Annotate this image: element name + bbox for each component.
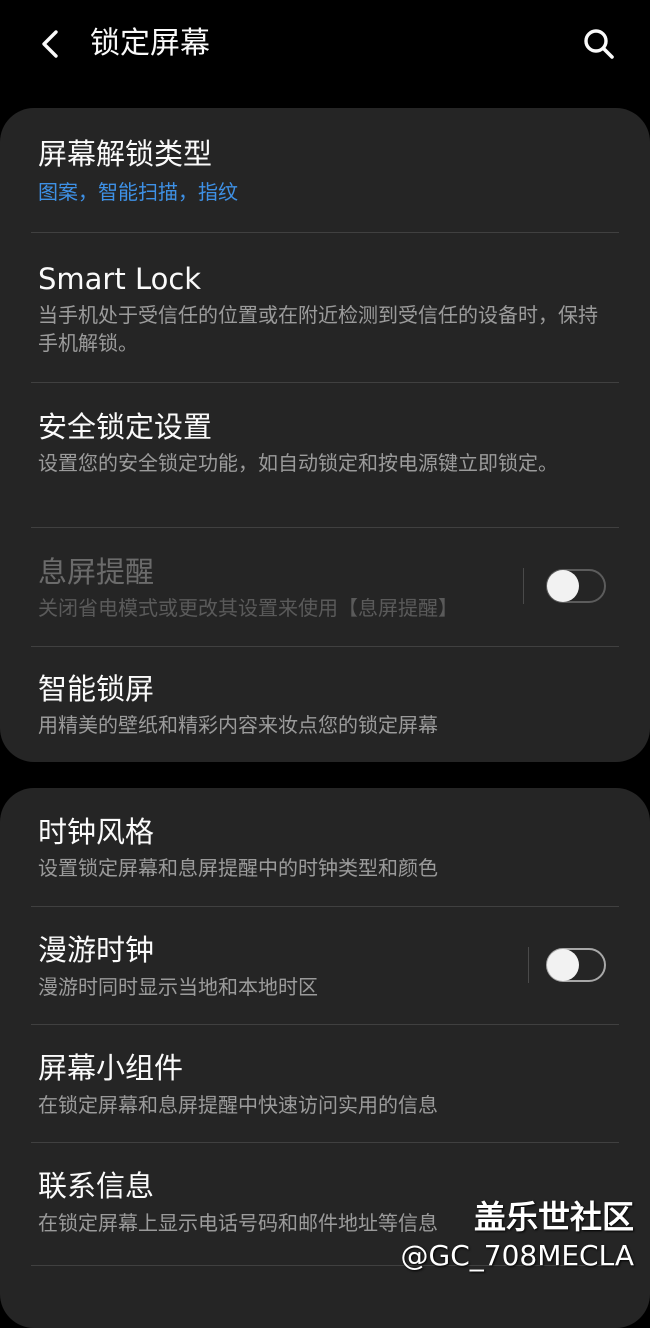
always-on-display-item: 息屏提醒 关闭省电模式或更改其设置来使用【息屏提醒】 — [0, 528, 650, 646]
secure-lock-settings-item[interactable]: 安全锁定设置 设置您的安全锁定功能，如自动锁定和按电源键立即锁定。 — [0, 383, 650, 527]
item-title: Smart Lock — [38, 262, 202, 296]
roaming-clock-item[interactable]: 漫游时钟 漫游时同时显示当地和本地时区 — [0, 907, 650, 1024]
app-header: 锁定屏幕 — [0, 0, 650, 90]
item-title: 智能锁屏 — [38, 672, 155, 706]
faceWidgets-item[interactable]: 屏幕小组件 在锁定屏幕和息屏提醒中快速访问实用的信息 — [0, 1025, 650, 1142]
back-button[interactable] — [36, 26, 66, 62]
item-subtitle: 漫游时同时显示当地和本地时区 — [38, 975, 318, 999]
screen-unlock-type-item[interactable]: 屏幕解锁类型 图案，智能扫描，指纹 — [0, 108, 650, 232]
item-subtitle: 用精美的壁纸和精彩内容来妆点您的锁定屏幕 — [38, 713, 438, 737]
toggle-separator — [528, 947, 529, 983]
dynamic-lock-screen-item[interactable]: 智能锁屏 用精美的壁纸和精彩内容来妆点您的锁定屏幕 — [0, 647, 650, 762]
item-subtitle: 当手机处于受信任的位置或在附近检测到受信任的设备时，保持手机解锁。 — [38, 303, 598, 355]
page-title: 锁定屏幕 — [90, 26, 210, 61]
lock-settings-card: 屏幕解锁类型 图案，智能扫描，指纹 Smart Lock 当手机处于受信任的位置… — [0, 108, 650, 762]
clock-style-item[interactable]: 时钟风格 设置锁定屏幕和息屏提醒中的时钟类型和颜色 — [0, 788, 650, 906]
watermark-title: 盖乐世社区 — [473, 1198, 634, 1236]
item-title: 屏幕小组件 — [38, 1051, 184, 1085]
item-title: 联系信息 — [38, 1169, 155, 1203]
toggle-knob — [547, 949, 579, 981]
item-subtitle: 设置锁定屏幕和息屏提醒中的时钟类型和颜色 — [38, 856, 438, 880]
smart-lock-item[interactable]: Smart Lock 当手机处于受信任的位置或在附近检测到受信任的设备时，保持手… — [0, 233, 650, 382]
item-title: 安全锁定设置 — [38, 410, 213, 444]
always-on-display-toggle — [546, 569, 606, 603]
item-title: 漫游时钟 — [38, 933, 155, 967]
item-subtitle: 在锁定屏幕和息屏提醒中快速访问实用的信息 — [38, 1093, 438, 1117]
search-icon — [584, 29, 614, 59]
item-subtitle: 关闭省电模式或更改其设置来使用【息屏提醒】 — [38, 596, 458, 620]
item-title: 时钟风格 — [38, 815, 155, 849]
toggle-separator — [523, 568, 524, 604]
item-subtitle: 图案，智能扫描，指纹 — [38, 180, 238, 204]
item-subtitle: 设置您的安全锁定功能，如自动锁定和按电源键立即锁定。 — [38, 451, 558, 475]
item-title: 屏幕解锁类型 — [38, 137, 213, 171]
chevron-left-icon — [42, 30, 58, 58]
item-title: 息屏提醒 — [38, 555, 155, 589]
roaming-clock-toggle[interactable] — [546, 948, 606, 982]
toggle-knob — [547, 570, 579, 602]
watermark-user: @GC_708MECLA — [400, 1239, 635, 1272]
search-button[interactable] — [580, 25, 618, 63]
watermark: 盖乐世社区 @GC_708MECLA — [401, 1196, 635, 1274]
